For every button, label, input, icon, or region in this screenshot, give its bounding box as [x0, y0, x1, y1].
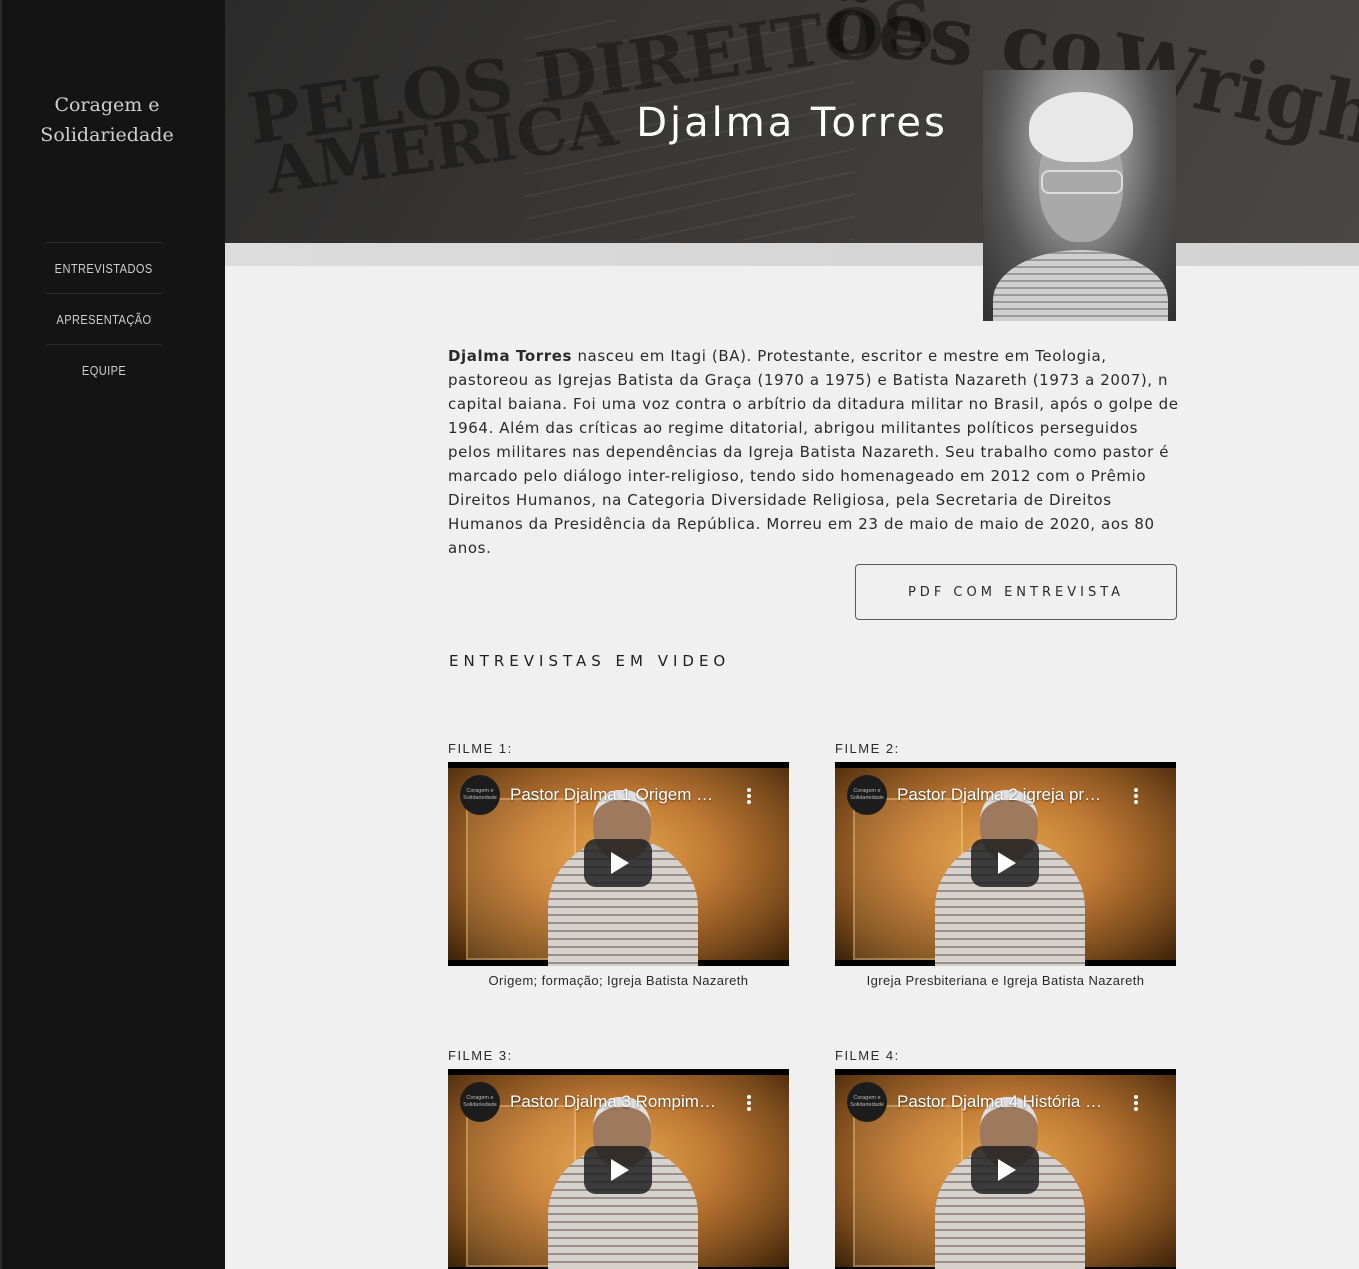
sidebar-nav: ENTREVISTADOS APRESENTAÇÃO EQUIPE: [46, 242, 162, 395]
site-title-line1: Coragem e: [54, 94, 160, 116]
pdf-interview-button[interactable]: PDF COM ENTREVISTA: [855, 564, 1177, 620]
video-caption: Igreja Presbiteriana e Igreja Batista Na…: [866, 973, 1145, 988]
play-icon: [611, 1159, 629, 1181]
nav-item-apresentacao[interactable]: APRESENTAÇÃO: [46, 293, 162, 344]
video-player[interactable]: Coragem e Solidariedade Pastor Djalma 4 …: [835, 1069, 1176, 1269]
play-icon: [998, 852, 1016, 874]
more-vert-icon[interactable]: [741, 1093, 757, 1113]
nav-item-entrevistados[interactable]: ENTREVISTADOS: [46, 242, 162, 293]
more-vert-icon[interactable]: [741, 786, 757, 806]
video-title[interactable]: Pastor Djalma 3 Rompim…: [510, 1092, 730, 1112]
portrait-glasses: [1041, 170, 1123, 194]
video-title[interactable]: Pastor Djalma 2 igreja pr…: [897, 785, 1117, 805]
sidebar: Coragem e Solidariedade ENTREVISTADOS AP…: [0, 0, 225, 1269]
more-vert-icon[interactable]: [1128, 1093, 1144, 1113]
play-icon: [611, 852, 629, 874]
nav-item-equipe[interactable]: EQUIPE: [46, 344, 162, 395]
bio-paragraph: Djalma Torres nasceu em Itagi (BA). Prot…: [448, 344, 1180, 560]
video-title[interactable]: Pastor Djalma 4 História …: [897, 1092, 1117, 1112]
nav-link-equipe[interactable]: EQUIPE: [82, 363, 126, 378]
film-label: FILME 4:: [835, 1048, 900, 1063]
video-player[interactable]: Coragem e Solidariedade Pastor Djalma 3 …: [448, 1069, 789, 1269]
channel-logo[interactable]: Coragem e Solidariedade: [847, 1082, 887, 1122]
video-caption: Origem; formação; Igreja Batista Nazaret…: [488, 973, 749, 988]
play-icon: [998, 1159, 1016, 1181]
portrait-image: [983, 70, 1176, 321]
play-button[interactable]: [971, 839, 1039, 887]
bio-text: nasceu em Itagi (BA). Protestante, escri…: [448, 347, 1179, 557]
channel-logo[interactable]: Coragem e Solidariedade: [460, 1082, 500, 1122]
film-label: FILME 3:: [448, 1048, 513, 1063]
channel-logo[interactable]: Coragem e Solidariedade: [847, 775, 887, 815]
videos-section-heading: ENTREVISTAS EM VIDEO: [449, 652, 731, 670]
video-player[interactable]: Coragem e Solidariedade Pastor Djalma 2 …: [835, 762, 1176, 966]
nav-link-apresentacao[interactable]: APRESENTAÇÃO: [56, 312, 151, 327]
play-button[interactable]: [971, 1146, 1039, 1194]
hero-bottom-strip: [225, 243, 1359, 266]
portrait-shirt: [993, 250, 1168, 321]
page-title: Djalma Torres: [636, 100, 948, 146]
more-vert-icon[interactable]: [1128, 786, 1144, 806]
site-title-line2: Solidariedade: [40, 124, 174, 146]
video-player[interactable]: Coragem e Solidariedade Pastor Djalma 1 …: [448, 762, 789, 966]
play-button[interactable]: [584, 1146, 652, 1194]
site-title[interactable]: Coragem e Solidariedade: [2, 90, 212, 150]
nav-link-entrevistados[interactable]: ENTREVISTADOS: [55, 261, 153, 276]
bio-name: Djalma Torres: [448, 347, 573, 365]
film-label: FILME 2:: [835, 741, 900, 756]
channel-logo[interactable]: Coragem e Solidariedade: [460, 775, 500, 815]
video-title[interactable]: Pastor Djalma 1 Origem …: [510, 785, 730, 805]
film-label: FILME 1:: [448, 741, 513, 756]
play-button[interactable]: [584, 839, 652, 887]
portrait-hair: [1029, 92, 1133, 162]
